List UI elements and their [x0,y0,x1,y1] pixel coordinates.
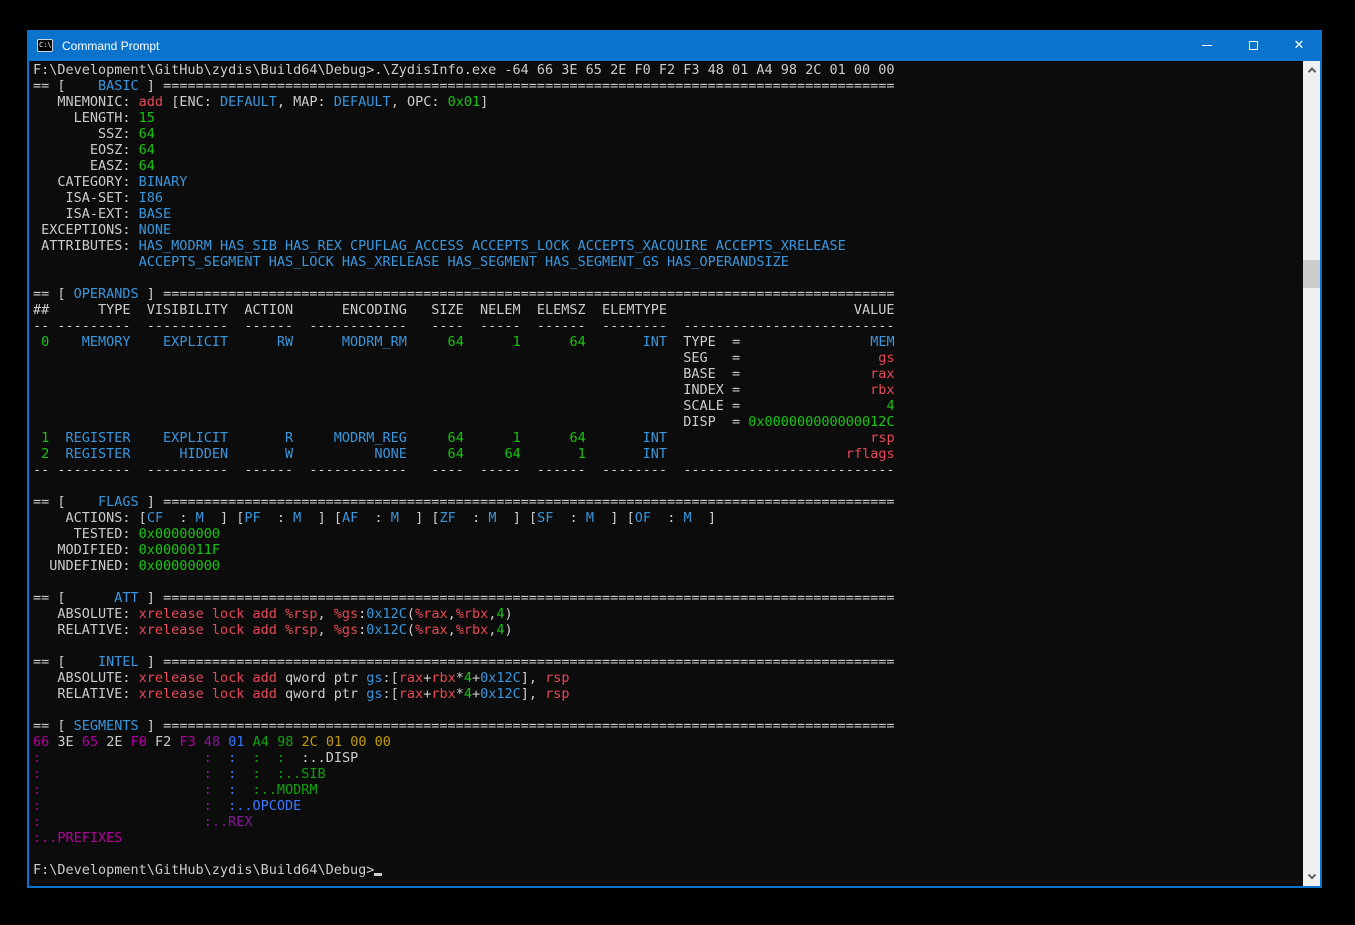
console-line: ABSOLUTE: xrelease lock add qword ptr gs… [33,670,1303,686]
console-line: : :..REX [33,814,1303,830]
console-line: EASZ: 64 [33,158,1303,174]
console-line: :..PREFIXES [33,830,1303,846]
console-line: SCALE = 4 [33,398,1303,414]
console-line: == [ BASIC ] ===========================… [33,78,1303,94]
chevron-up-icon [1307,67,1315,75]
cmd-icon: C:\ [37,39,53,52]
console-line: INDEX = rbx [33,382,1303,398]
console-line: 0 MEMORY EXPLICIT RW MODRM_RM 64 1 64 IN… [33,334,1303,350]
console-line: ISA-EXT: BASE [33,206,1303,222]
console-line: LENGTH: 15 [33,110,1303,126]
console-line: == [ FLAGS ] ===========================… [33,494,1303,510]
console-line: 66 3E 65 2E F0 F2 F3 48 01 A4 98 2C 01 0… [33,734,1303,750]
window-title: Command Prompt [62,39,1184,53]
console-line: 2 REGISTER HIDDEN W NONE 64 64 1 INT rfl… [33,446,1303,462]
close-icon: ✕ [1294,39,1305,52]
console-line: TESTED: 0x00000000 [33,526,1303,542]
close-button[interactable]: ✕ [1276,30,1322,61]
console-line: ABSOLUTE: xrelease lock add %rsp, %gs:0x… [33,606,1303,622]
cmd-icon-prompt-text: C:\ [39,40,52,51]
scrollbar-down-button[interactable] [1303,869,1320,886]
console-line: RELATIVE: xrelease lock add %rsp, %gs:0x… [33,622,1303,638]
minimize-button[interactable] [1184,30,1230,61]
console-line: == [ SEGMENTS ] ========================… [33,718,1303,734]
scrollbar-track[interactable] [1303,61,1320,886]
console-line: MNEMONIC: add [ENC: DEFAULT, MAP: DEFAUL… [33,94,1303,110]
console-line [33,574,1303,590]
scrollbar-thumb[interactable] [1303,260,1320,288]
console-line: EXCEPTIONS: NONE [33,222,1303,238]
minimize-icon [1202,45,1212,46]
console-line: UNDEFINED: 0x00000000 [33,558,1303,574]
console-line: CATEGORY: BINARY [33,174,1303,190]
console-line [33,270,1303,286]
console-line: == [ OPERANDS ] ========================… [33,286,1303,302]
console-line: -- --------- ---------- ------ ---------… [33,462,1303,478]
command-prompt-window: C:\ Command Prompt ✕ F:\Development\GitH… [27,30,1322,888]
console-line: F:\Development\GitHub\zydis\Build64\Debu… [33,862,1303,878]
console-line: MODIFIED: 0x0000011F [33,542,1303,558]
console-line: F:\Development\GitHub\zydis\Build64\Debu… [33,62,1303,78]
chevron-down-icon [1307,870,1315,878]
text-cursor [374,873,382,876]
console-line [33,846,1303,862]
scrollbar-up-button[interactable] [1303,61,1320,78]
console-line: : : : : : :..DISP [33,750,1303,766]
maximize-icon [1249,41,1258,50]
console-line: ACCEPTS_SEGMENT HAS_LOCK HAS_XRELEASE HA… [33,254,1303,270]
console-line: ## TYPE VISIBILITY ACTION ENCODING SIZE … [33,302,1303,318]
console-line [33,702,1303,718]
console-line: -- --------- ---------- ------ ---------… [33,318,1303,334]
console-output[interactable]: F:\Development\GitHub\zydis\Build64\Debu… [29,61,1303,886]
console-line: DISP = 0x000000000000012C [33,414,1303,430]
console-line [33,638,1303,654]
console-line: == [ INTEL ] ===========================… [33,654,1303,670]
console-line: : : :..OPCODE [33,798,1303,814]
console-line: ACTIONS: [CF : M ] [PF : M ] [AF : M ] [… [33,510,1303,526]
console-line: RELATIVE: xrelease lock add qword ptr gs… [33,686,1303,702]
console-line: ATTRIBUTES: HAS_MODRM HAS_SIB HAS_REX CP… [33,238,1303,254]
console-line: EOSZ: 64 [33,142,1303,158]
window-controls: ✕ [1184,30,1322,61]
console-line: SEG = gs [33,350,1303,366]
maximize-button[interactable] [1230,30,1276,61]
console-line [33,478,1303,494]
console-line: BASE = rax [33,366,1303,382]
title-bar[interactable]: C:\ Command Prompt ✕ [27,30,1322,61]
console-line: SSZ: 64 [33,126,1303,142]
console-line: : : : : :..SIB [33,766,1303,782]
console-line: : : : :..MODRM [33,782,1303,798]
console-line: == [ ATT ] =============================… [33,590,1303,606]
console-line: ISA-SET: I86 [33,190,1303,206]
console-line: 1 REGISTER EXPLICIT R MODRM_REG 64 1 64 … [33,430,1303,446]
